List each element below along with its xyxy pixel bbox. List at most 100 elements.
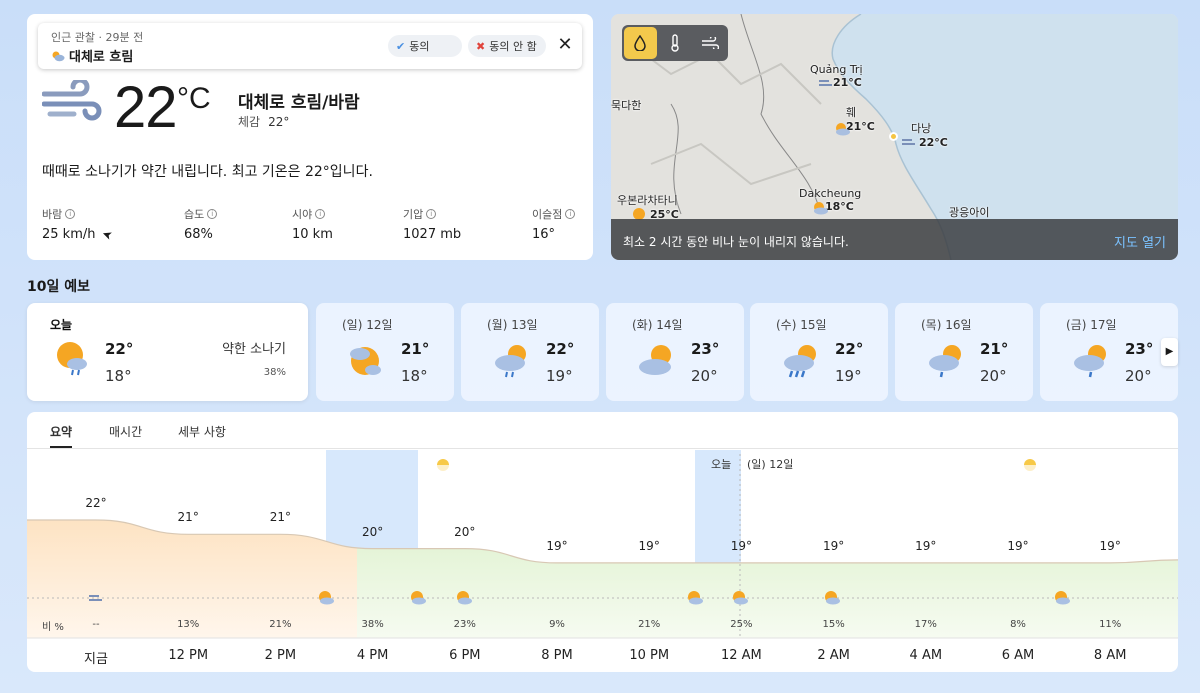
check-icon: ✔ [396,39,406,53]
observation-condition-text: 대체로 흐림 [69,50,134,65]
map-city-mukdahan[interactable]: 묵다한 [611,97,641,113]
x-mark-icon: ✖ [476,39,486,53]
temperature-unit[interactable]: °C [177,82,211,116]
sun-cloud-rain-icon [1074,345,1106,378]
day-high: 23° [1125,340,1154,358]
stat-value: 25 km/h [42,227,96,242]
map-city-name: 우본라차타니 [617,194,678,207]
time-label: 2 PM [264,648,297,663]
stat-label: 이슬점 [532,208,563,221]
temperature-label: 19° [638,538,660,553]
sun-cloud-rain-icon [57,342,87,376]
forecast-day[interactable]: (화) 14일 23° 20° [606,303,744,401]
stat-humidity[interactable]: 습도 i 68% [184,206,218,242]
day-high: 21° [401,340,430,358]
time-label: 지금 [84,652,108,667]
time-label: 6 AM [1001,648,1035,663]
precipitation-icon[interactable] [624,27,657,59]
current-conditions-card: 인근 관찰 · 29분 전 대체로 흐림 ✔ 동의 ✖ 동의 안 함 ✕ 22 °C… [27,14,593,260]
time-label: 4 PM [356,648,389,663]
info-icon[interactable]: i [207,209,218,219]
time-label: 2 AM [817,648,850,663]
day-high: 22° [105,340,134,358]
info-icon[interactable]: i [65,209,76,219]
day-high: 23° [691,340,720,358]
hourly-chart-card: 요약 매시간 세부 사항 오늘 (일) 12일 비 % 22° 21° 21° 20°… [27,412,1178,672]
disagree-label: 동의 안 함 [489,40,537,53]
precip-label: 21% [269,619,292,630]
next-day-marker: (일) 12일 [747,458,794,471]
current-temperature: 22 [114,75,178,140]
observation-header: 인근 관찰 · 29분 전 [51,31,144,44]
temperature-label: 19° [822,538,845,553]
wind-icon[interactable] [693,27,726,59]
day-low: 18° [105,367,132,385]
close-icon[interactable]: ✕ [554,34,576,56]
precip-label: 9% [549,619,565,630]
forecast-day[interactable]: (목) 16일 21° 20° [895,303,1033,401]
time-label: 10 PM [629,648,670,663]
day-name: 오늘 [50,318,73,332]
time-label: 4 AM [909,648,943,663]
day-description: 약한 소나기 [222,342,286,357]
thermometer-icon[interactable] [659,27,692,59]
weather-map[interactable]: Quảng Trị 21°C 훼 21°C 다낭 22°C Dakcheung 18°C… [611,14,1178,260]
sun-cloud-rain-icon [495,345,526,378]
day-low: 19° [835,367,862,385]
map-city-name: 묵다한 [611,99,642,112]
precip-label: -- [92,619,100,630]
stat-visibility[interactable]: 시야 i 10 km [292,206,333,242]
day-name: (일) 12일 [342,318,393,332]
temperature-label: 20° [361,524,384,539]
info-icon[interactable]: i [565,209,576,219]
next-days-arrow[interactable]: ▶ [1161,338,1178,366]
agree-button[interactable]: ✔ 동의 [388,35,462,57]
forecast-day[interactable]: (수) 15일 22° 19° [750,303,888,401]
disagree-button[interactable]: ✖ 동의 안 함 [468,35,546,57]
forecast-day[interactable]: (금) 17일 23° 20° [1040,303,1178,401]
weather-summary: 때때로 소나기가 약간 내립니다. 최고 기온은 22°입니다. [42,164,373,180]
map-city-dakcheung[interactable]: Dakcheung 18°C [799,187,861,213]
open-map-link[interactable]: 지도 열기 [1114,232,1166,251]
map-city-name: Quảng Trị [810,63,863,76]
sun-cloud-icon [825,591,840,605]
stat-dew-point[interactable]: 이슬점 i 16° [532,206,576,242]
day-low: 20° [1125,367,1152,385]
sunrise-icon [1023,459,1037,472]
sun-cloud-icon [814,202,828,215]
nearby-observation-bar: 인근 관찰 · 29분 전 대체로 흐림 ✔ 동의 ✖ 동의 안 함 ✕ [38,23,582,69]
day-low: 20° [691,367,718,385]
map-precip-message: 최소 2 시간 동안 비나 눈이 내리지 않습니다. [623,235,849,249]
sun-cloud-icon [688,591,703,605]
wind-icon [89,595,102,601]
stat-pressure[interactable]: 기압 i 1027 mb [403,206,461,242]
time-label: 12 PM [168,648,209,663]
time-label: 6 PM [449,648,481,663]
feels-like: 체감 22° [238,113,289,130]
temperature-label: 19° [915,538,937,553]
forecast-day-today[interactable]: 오늘 22° 18° 약한 소나기 38% [27,303,308,401]
precip-label: 8% [1010,619,1026,630]
precip-label: 13% [177,619,200,630]
stat-value: 1027 mb [403,227,462,242]
map-city-temp: 18°C [825,200,854,213]
info-icon[interactable]: i [315,209,326,219]
precip-label: 25% [730,619,753,630]
stat-label: 시야 [292,208,313,221]
forecast-day[interactable]: (월) 13일 22° 19° [461,303,599,401]
stat-wind[interactable]: 바람 i 25 km/h ➤ [42,206,114,243]
wind-icon [42,80,102,121]
map-city-name: 다낭 [911,122,932,135]
map-city-quang-ngai[interactable]: 광응아이 [949,204,989,220]
time-label: 8 AM [1093,648,1127,663]
map-footer: 최소 2 시간 동안 비나 눈이 내리지 않습니다. 지도 열기 [611,219,1178,260]
temperature-label: 19° [1007,538,1029,553]
info-icon[interactable]: i [426,209,437,219]
stat-value: 10 km [292,227,333,242]
day-high: 21° [980,340,1009,358]
sunset-icon [436,459,450,472]
forecast-day[interactable]: (일) 12일 21° 18° [316,303,454,401]
precip-label: 11% [1099,619,1122,630]
sun-cloud-icon [319,591,334,605]
sun-cloud-icon [733,591,748,605]
